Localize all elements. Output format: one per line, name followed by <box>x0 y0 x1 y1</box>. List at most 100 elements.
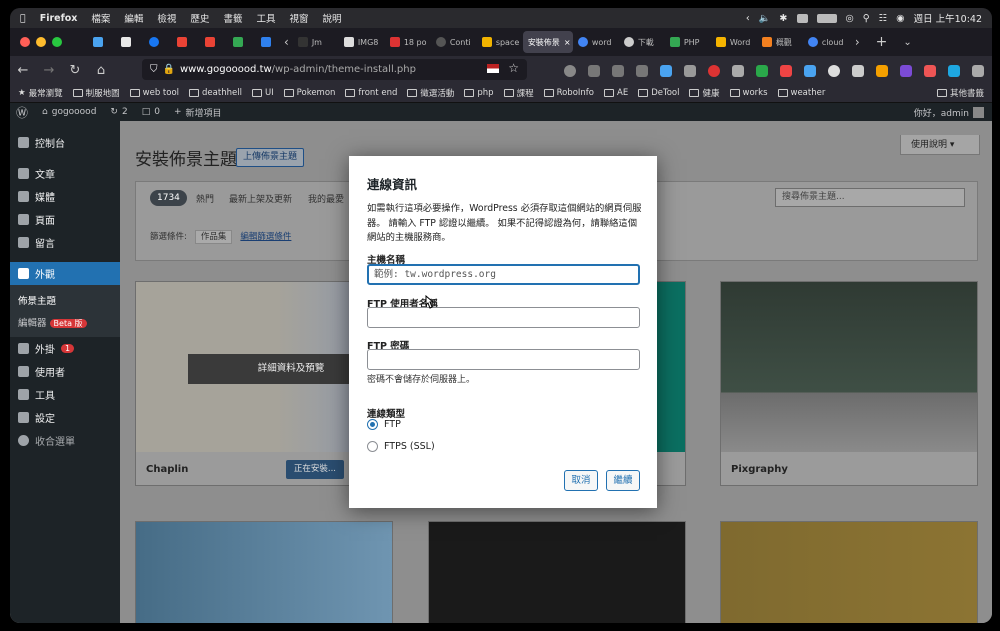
menu-tools[interactable]: 工具 <box>256 11 275 25</box>
wifi-icon[interactable]: ◎ <box>846 13 854 24</box>
zoom-window-button[interactable] <box>52 37 62 47</box>
sidebar-subitem-themes[interactable]: 佈景主題 <box>10 289 120 311</box>
tab[interactable]: PHP <box>665 31 711 53</box>
menubar-clock[interactable]: 週日 上午10:42 <box>914 11 982 25</box>
bookmark-item[interactable]: ★ 最常瀏覽 <box>18 87 63 99</box>
close-tab-icon[interactable]: × <box>564 38 571 47</box>
wp-new-content-link[interactable]: + 新增項目 <box>174 106 222 119</box>
bookmark-folder[interactable]: UI <box>251 88 274 98</box>
extension-icon[interactable] <box>948 65 960 77</box>
tab[interactable]: Word <box>711 31 757 53</box>
search-icon[interactable]: ⚲ <box>863 13 870 24</box>
bookmark-folder[interactable]: deathhell <box>189 88 242 98</box>
menu-app-name[interactable]: Firefox <box>40 13 78 24</box>
extension-icon[interactable] <box>804 65 816 77</box>
extension-icon[interactable] <box>972 65 984 77</box>
tab[interactable]: 下載 <box>619 31 665 53</box>
siri-icon[interactable]: ◉ <box>896 13 904 24</box>
extension-icon[interactable] <box>660 65 672 77</box>
radio-ftp[interactable]: FTP <box>367 419 401 430</box>
tab[interactable]: Jm <box>293 31 339 53</box>
url-bar[interactable]: ⛉ 🔒 www.gogooood.tw/wp-admin/theme-insta… <box>142 59 527 80</box>
wp-site-link[interactable]: ⌂ gogooood <box>42 107 96 117</box>
tab[interactable]: Conti <box>431 31 477 53</box>
bookmark-folder[interactable]: RoboInfo <box>543 88 594 98</box>
shield-icon[interactable]: ⛉ <box>150 64 158 75</box>
tab-pinned[interactable] <box>84 31 112 53</box>
upload-theme-button[interactable]: 上傳佈景主題 <box>236 148 305 167</box>
sidebar-item-comments[interactable]: 留言 <box>10 231 120 254</box>
filter-chip[interactable]: 作品集 <box>194 230 233 244</box>
home-icon[interactable]: ⌂ <box>88 63 114 78</box>
tab-pinned[interactable] <box>196 31 224 53</box>
installing-button[interactable]: 正在安裝... <box>285 460 344 479</box>
bookmark-folder[interactable]: front end <box>345 88 397 98</box>
tabs-scroll-right-icon[interactable]: › <box>855 35 860 49</box>
bookmark-folder[interactable]: DeTool <box>638 88 679 98</box>
theme-card[interactable]: Pixgraphy <box>720 281 978 486</box>
tab[interactable]: IMG8 <box>339 31 385 53</box>
tabs-scroll-left-icon[interactable]: ‹ <box>284 35 289 49</box>
sidebar-item-dashboard[interactable]: 控制台 <box>10 131 120 154</box>
pocket-icon[interactable] <box>564 65 576 77</box>
sidebar-item-pages[interactable]: 頁面 <box>10 208 120 231</box>
control-center-icon[interactable]: ☷ <box>879 13 888 24</box>
camera-icon[interactable] <box>780 65 792 77</box>
reload-icon[interactable]: ↻ <box>62 63 88 78</box>
menu-window[interactable]: 視窗 <box>289 11 308 25</box>
wp-account-link[interactable]: 你好，admin <box>914 106 984 119</box>
lock-icon[interactable]: 🔒 <box>163 64 175 75</box>
help-button[interactable]: 使用說明 ▾ <box>900 135 980 155</box>
hostname-input[interactable]: 範例: tw.wordpress.org <box>367 264 640 285</box>
radio-selected-icon[interactable] <box>367 419 378 430</box>
tab[interactable]: word <box>573 31 619 53</box>
extension-icon[interactable] <box>900 65 912 77</box>
tab-list-icon[interactable]: ⌄ <box>903 37 911 48</box>
bookmark-folder[interactable]: php <box>464 88 494 98</box>
sidebar-item-posts[interactable]: 文章 <box>10 162 120 185</box>
menu-edit[interactable]: 編輯 <box>124 11 143 25</box>
tab[interactable]: 概觀 <box>757 31 803 53</box>
proceed-button[interactable]: 繼續 <box>606 470 640 491</box>
minimize-window-button[interactable] <box>36 37 46 47</box>
battery-icon[interactable] <box>816 13 837 23</box>
tab-active[interactable]: 安裝佈景 × <box>522 31 573 53</box>
extension-icon[interactable] <box>756 65 768 77</box>
menu-help[interactable]: 說明 <box>322 11 341 25</box>
tab[interactable]: 18 po <box>385 31 431 53</box>
bookmark-folder[interactable]: AE <box>604 88 628 98</box>
menu-view[interactable]: 檢視 <box>157 11 176 25</box>
sidebar-item-users[interactable]: 使用者 <box>10 360 120 383</box>
tab-pinned[interactable] <box>112 31 140 53</box>
flag-icon[interactable] <box>487 64 499 73</box>
close-window-button[interactable] <box>20 37 30 47</box>
tab-pinned[interactable] <box>252 31 280 53</box>
library-icon[interactable] <box>612 65 624 77</box>
chart-extension-icon[interactable] <box>876 65 888 77</box>
sidebar-item-settings[interactable]: 設定 <box>10 406 120 429</box>
back-icon[interactable]: ← <box>10 63 36 78</box>
vue-devtools-icon[interactable] <box>852 65 864 77</box>
tab-pinned[interactable] <box>224 31 252 53</box>
downloads-icon[interactable] <box>588 65 600 77</box>
bluetooth-icon[interactable]: ✱ <box>780 13 788 24</box>
extension-icon[interactable] <box>828 65 840 77</box>
bookmark-folder[interactable]: 健康 <box>689 87 720 99</box>
volume-icon[interactable]: 🔈 <box>759 13 771 24</box>
bookmark-folder[interactable]: weather <box>777 88 825 98</box>
tab[interactable]: cloud <box>803 31 849 53</box>
bookmark-folder[interactable]: Pokemon <box>283 88 335 98</box>
tab-pinned[interactable] <box>140 31 168 53</box>
wp-comments-link[interactable]: □ 0 <box>142 107 160 117</box>
sidebar-collapse[interactable]: 收合選單 <box>10 429 120 452</box>
bookmark-folder[interactable]: 制服地圖 <box>72 87 120 99</box>
radio-unselected-icon[interactable] <box>367 441 378 452</box>
wp-logo-icon[interactable]: Ⓦ <box>16 104 28 121</box>
sidebar-item-plugins[interactable]: 外掛 1 <box>10 337 120 360</box>
sidebar-subitem-editor[interactable]: 編輯器 Beta 版 <box>10 311 120 333</box>
filter-favorites[interactable]: 我的最愛 <box>308 192 344 205</box>
menu-file[interactable]: 檔案 <box>91 11 110 25</box>
bookmark-folder[interactable]: works <box>729 88 768 98</box>
other-bookmarks[interactable]: 其他書籤 <box>936 87 984 99</box>
chevron-left-icon[interactable]: ‹ <box>746 13 750 24</box>
